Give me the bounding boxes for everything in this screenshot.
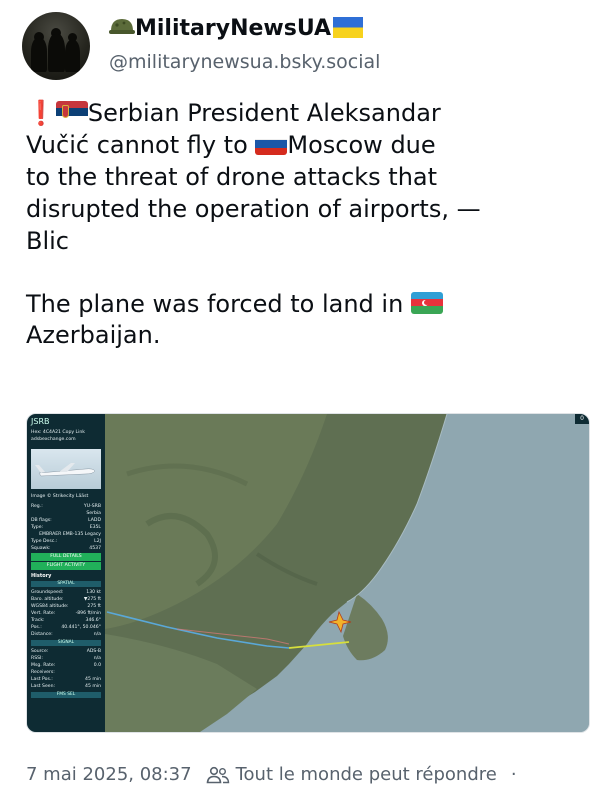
panel-title: JSRB [31,417,50,426]
aircraft-photo [31,449,101,489]
detail-row: Type Desc.: L2J [31,539,101,544]
spatial-row: Baro. altitude: ▼275 ft [31,597,101,602]
detail-row: Serbia [86,511,101,516]
post-body: ❗ Serbian President Aleksandar Vučić cann… [26,98,586,352]
aircraft-info-panel: JSRB Hex: 4C4A21 Copy Link adsbexchange.… [27,414,105,732]
post-image[interactable]: JSRB Hex: 4C4A21 Copy Link adsbexchange.… [26,413,590,733]
full-details-button[interactable]: FULL DETAILS [31,553,101,561]
signal-row: Last Seen: 45 min [31,684,101,689]
azerbaijan-flag-icon [410,291,443,314]
spatial-row: Vert. Rate: -896 ft/min [31,611,101,616]
spatial-heading: SPATIAL [31,581,101,587]
post-paragraph-2: The plane was forced to land in Azerbaij… [26,289,586,353]
exclamation-icon: ❗ [26,99,56,127]
signal-row: Source: ADS-B [31,649,101,654]
post-footer: 7 mai 2025, 08:37 Tout le monde peut rép… [26,764,596,785]
spatial-row: WGS84 altitude: 275 ft [31,604,101,609]
site-link[interactable]: adsbexchange.com [27,436,105,443]
post-header: MilitaryNewsUA @militarynewsua.bsky.soci… [22,12,592,84]
spatial-row: Groundspeed: 130 kt [31,590,101,595]
post-para2-b: Azerbaijan. [26,321,161,350]
russia-flag-icon [255,132,288,155]
author-display-name: MilitaryNewsUA [135,16,332,41]
footer-separator: · [510,764,517,785]
map-corner-tag: 0 [575,414,589,424]
flight-map [27,414,589,732]
serbia-flag-icon [55,101,88,123]
post-line-5: Blic [26,226,69,255]
flight-activity-button[interactable]: FLIGHT ACTIVITY [31,562,101,570]
spatial-row: Pos.: 40.441°, 50.046° [31,625,101,630]
detail-row: Type: E35L [31,525,101,530]
detail-row: Squawk: 4537 [31,546,101,551]
ukraine-flag-icon [333,17,364,38]
signal-row: RSSI: n/a [31,656,101,661]
post-line-4: disrupted the operation of airports, — [26,194,481,223]
post-date[interactable]: 7 mai 2025, 08:37 [26,764,192,785]
spatial-row: Track: 346.6° [31,618,101,623]
jet-image-icon [35,463,96,477]
signal-row: Receivers: [31,670,55,675]
author-handle[interactable]: @militarynewsua.bsky.social [109,51,380,73]
spatial-row: Distance: n/a [31,632,101,637]
fms-sel-heading: FMS SEL [31,692,101,698]
detail-row: DB flags: LADD [31,518,101,523]
post-line-2a: Vučić cannot fly to [26,130,256,159]
signal-heading: SIGNAL [31,640,101,646]
post-para2-a: The plane was forced to land in [26,289,411,318]
post-line-2b: Moscow due [287,130,436,159]
history-heading[interactable]: History [31,573,101,579]
post-paragraph-1: ❗ Serbian President Aleksandar Vučić cann… [26,98,586,258]
post-line-3: to the threat of drone attacks that [26,162,438,191]
people-icon [206,766,229,783]
hex-line: Hex: 4C4A21 Copy Link [31,430,85,435]
reply-setting[interactable]: Tout le monde peut répondre [236,764,497,785]
author-name[interactable]: MilitaryNewsUA [109,16,364,41]
signal-row: Msg. Rate: 0.0 [31,663,101,668]
helmet-icon [109,19,135,34]
post-line-1: Serbian President Aleksandar [87,99,441,127]
avatar[interactable] [22,12,90,80]
photo-credit: Image © Strikecity Lääst [31,494,89,499]
detail-row: EMBRAER EMB-135 Legacy [39,532,101,537]
detail-row: Reg.: YU-SRB [31,504,101,509]
signal-row: Last Pos.: 45 min [31,677,101,682]
